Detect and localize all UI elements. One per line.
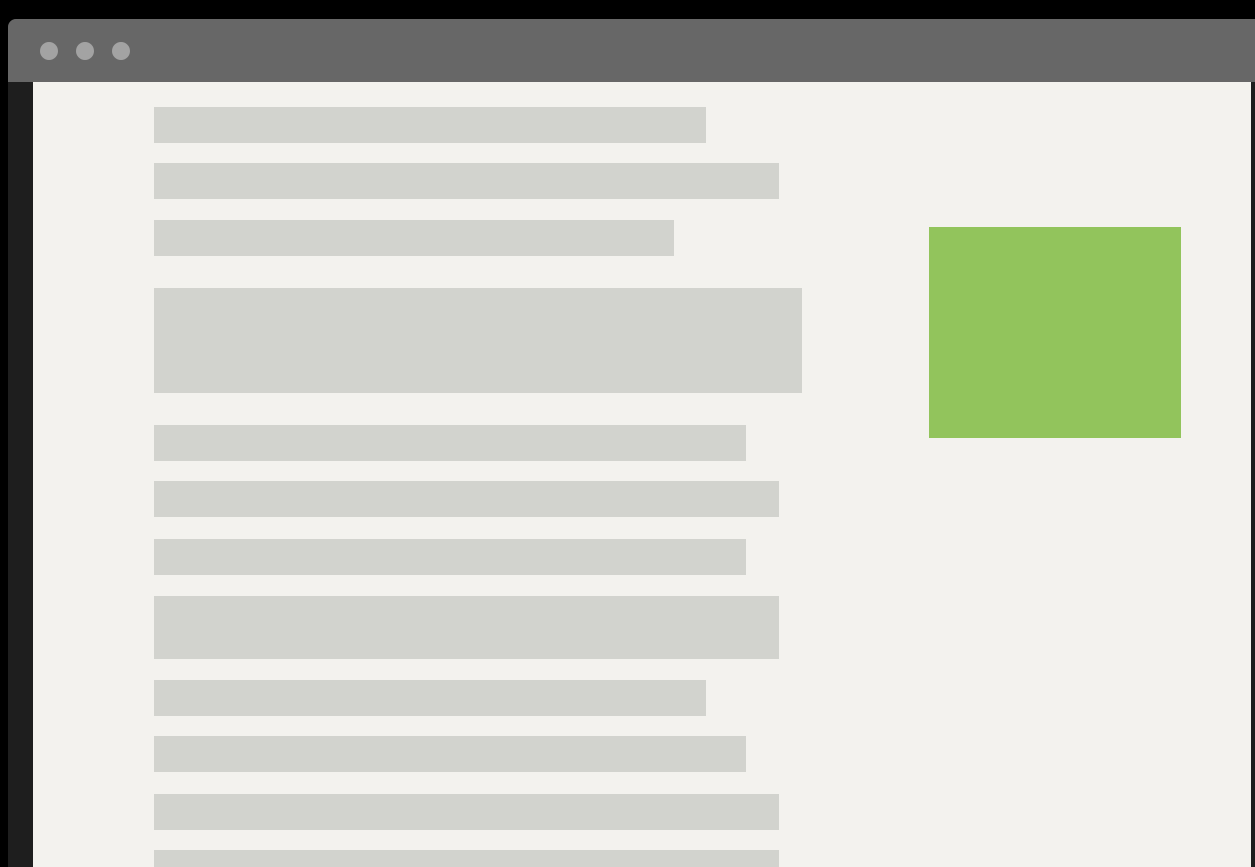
maximize-button[interactable] <box>112 42 130 60</box>
text-placeholder-line <box>154 425 746 461</box>
text-placeholder-line <box>154 539 746 575</box>
text-placeholder-line <box>154 850 779 867</box>
text-placeholder-line <box>154 107 706 143</box>
image-placeholder <box>929 227 1181 438</box>
window-right-edge <box>1251 82 1255 867</box>
text-placeholder-line <box>154 163 779 199</box>
window-left-edge <box>8 82 33 867</box>
text-placeholder-line <box>154 680 706 716</box>
text-placeholder-line <box>154 220 674 256</box>
window-titlebar[interactable] <box>8 19 1255 82</box>
minimize-button[interactable] <box>76 42 94 60</box>
text-placeholder-line <box>154 736 746 772</box>
text-placeholder-line <box>154 794 779 830</box>
text-placeholder-block <box>154 596 779 659</box>
text-placeholder-block <box>154 288 802 393</box>
page-content <box>33 82 1251 867</box>
close-button[interactable] <box>40 42 58 60</box>
browser-window <box>8 19 1255 867</box>
text-placeholder-line <box>154 481 779 517</box>
